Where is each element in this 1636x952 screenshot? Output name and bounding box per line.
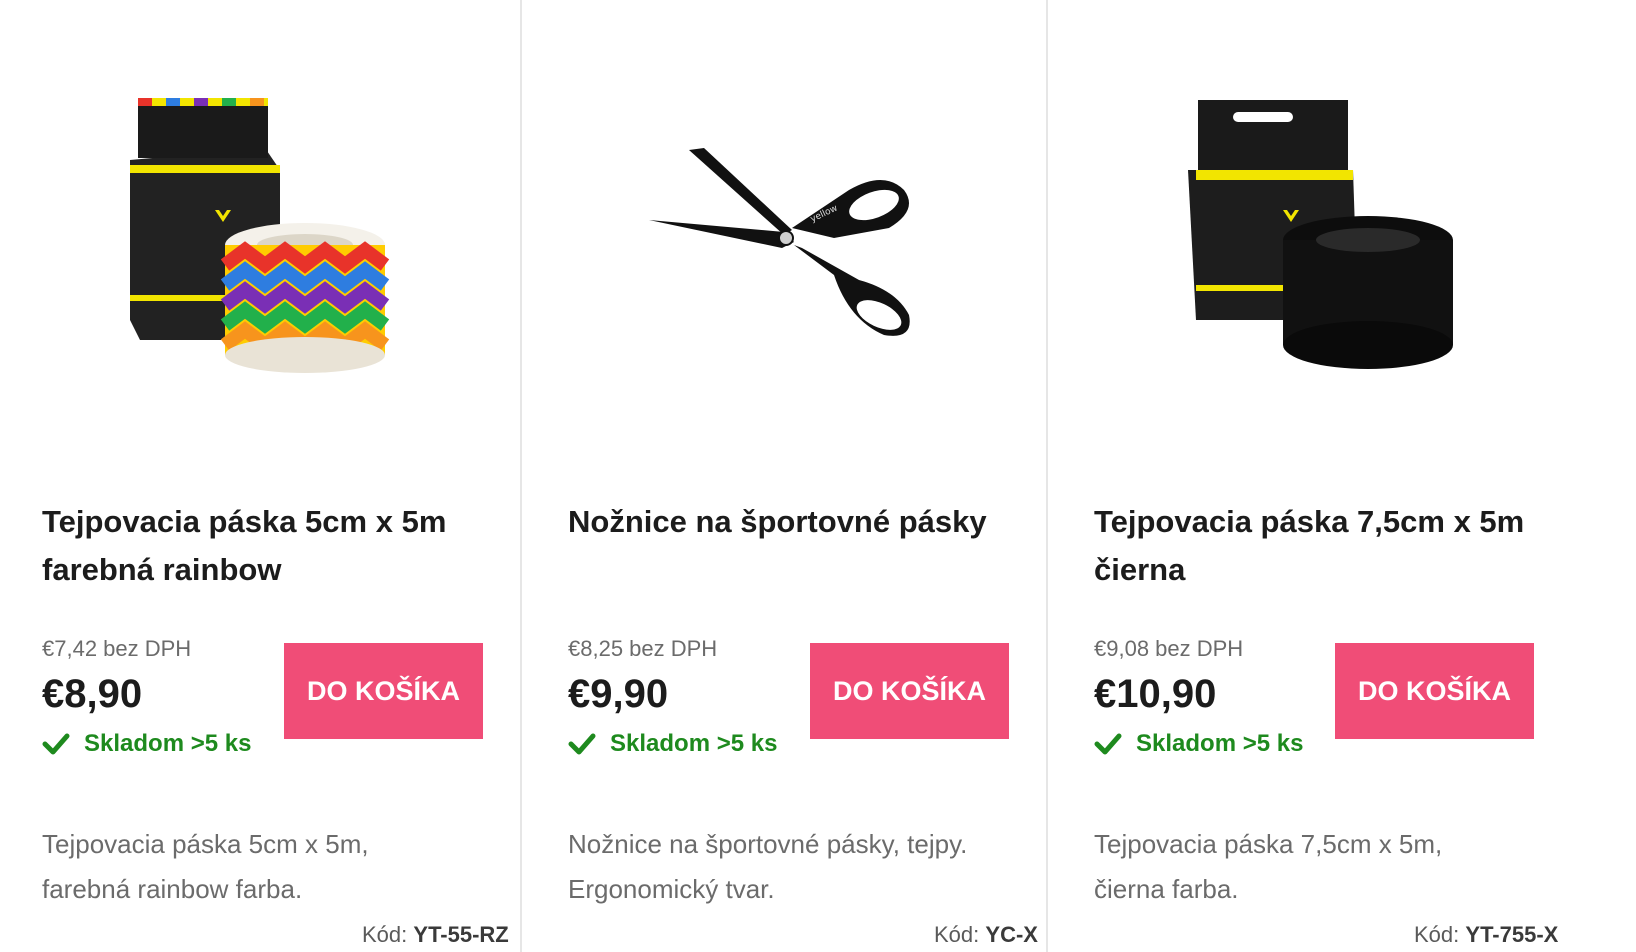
product-card: Tejpovacia páska 7,5cm x 5m čierna €9,08… <box>1048 0 1636 952</box>
price-without-vat: €8,25 bez DPH <box>568 636 718 661</box>
product-title[interactable]: Nožnice na športovné pásky <box>568 498 1008 546</box>
product-title[interactable]: Tejpovacia páska 7,5cm x 5m čierna <box>1094 498 1534 594</box>
price-with-vat: €8,90 <box>42 672 143 716</box>
product-code-value: YC-X <box>985 922 1038 947</box>
product-code: Kód: YC-X <box>934 922 1038 948</box>
product-code-value: YT-755-X <box>1465 922 1559 947</box>
product-image[interactable] <box>0 40 520 440</box>
product-code: Kód: YT-55-RZ <box>362 922 509 948</box>
price-without-vat: €7,42 bez DPH <box>42 636 192 661</box>
checkmark-icon <box>1094 733 1122 755</box>
stock-label: Skladom >5 ks <box>610 730 778 757</box>
add-to-cart-button[interactable]: DO KOŠÍKA <box>810 643 1009 739</box>
add-to-cart-button[interactable]: DO KOŠÍKA <box>1335 643 1534 739</box>
product-code-label: Kód: <box>1414 922 1460 947</box>
stock-status: Skladom >5 ks <box>1094 730 1303 758</box>
price-with-vat: €10,90 <box>1094 672 1217 716</box>
product-title[interactable]: Tejpovacia páska 5cm x 5m farebná rainbo… <box>42 498 482 594</box>
product-description: Nožnice na športovné pásky, tejpy. Ergon… <box>568 829 968 904</box>
checkmark-icon <box>42 733 70 755</box>
product-code-label: Kód: <box>934 922 980 947</box>
scissors-product-image: yellow <box>649 148 910 336</box>
stock-label: Skladom >5 ks <box>84 730 252 757</box>
stock-label: Skladom >5 ks <box>1136 730 1304 757</box>
product-image[interactable] <box>1048 40 1568 440</box>
checkmark-icon <box>568 733 596 755</box>
product-card: yellow Nožnice na športovné pásky €8,25 … <box>522 0 1046 952</box>
product-description: Tejpovacia páska 7,5cm x 5m, čierna farb… <box>1094 829 1443 904</box>
stock-status: Skladom >5 ks <box>568 730 777 758</box>
add-to-cart-button[interactable]: DO KOŠÍKA <box>284 643 483 739</box>
product-code: Kód: YT-755-X <box>1414 922 1558 948</box>
black-tape-product-image <box>1188 100 1453 369</box>
product-code-value: YT-55-RZ <box>413 922 509 947</box>
price-with-vat: €9,90 <box>568 672 669 716</box>
product-image[interactable]: yellow <box>522 40 1046 440</box>
stock-status: Skladom >5 ks <box>42 730 251 758</box>
product-description: Tejpovacia páska 5cm x 5m, farebná rainb… <box>42 829 369 904</box>
product-grid: Tejpovacia páska 5cm x 5m farebná rainbo… <box>0 0 1636 952</box>
rainbow-tape-product-image <box>130 98 390 373</box>
product-code-label: Kód: <box>362 922 408 947</box>
product-card: Tejpovacia páska 5cm x 5m farebná rainbo… <box>0 0 520 952</box>
price-without-vat: €9,08 bez DPH <box>1094 636 1244 661</box>
